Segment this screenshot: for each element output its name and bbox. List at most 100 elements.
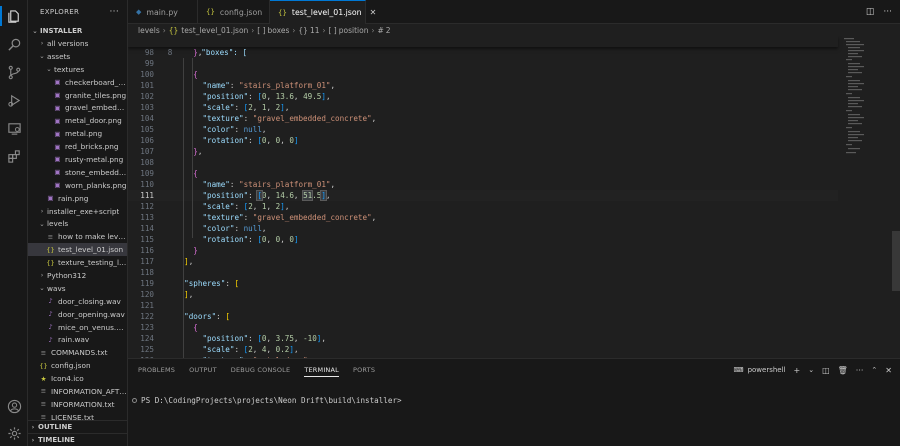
manage-gear-icon[interactable] [4, 423, 24, 443]
tree-file[interactable]: ♪ rain.wav [28, 333, 127, 346]
timeline-section[interactable]: › TIMELINE [28, 433, 127, 446]
code-line[interactable]: 122 "doors": [ [128, 311, 838, 322]
tree-file[interactable]: ≡ INFORMATION_AFTE... [28, 385, 127, 398]
terminal-selector[interactable]: ⌨ powershell [733, 366, 785, 374]
tree-folder[interactable]: › all versions [28, 37, 127, 50]
code-line[interactable]: 117 ], [128, 256, 838, 267]
tree-file[interactable]: ▣ red_bricks.png [28, 140, 127, 153]
tab-output[interactable]: OUTPUT [189, 366, 217, 374]
search-icon[interactable] [4, 34, 24, 54]
tree-file[interactable]: ≡ COMMANDS.txt [28, 346, 127, 359]
tab-test-level-01-json[interactable]: {} test_level_01.json ✕ [270, 0, 376, 24]
code-line[interactable]: 104 "texture": "gravel_embedded_concrete… [128, 113, 838, 124]
code-line[interactable]: 113 "texture": "gravel_embedded_concrete… [128, 212, 838, 223]
tree-file[interactable]: ≡ how to make levels.t... [28, 230, 127, 243]
tree-file[interactable]: ▣ gravel_embedded_... [28, 101, 127, 114]
tree-file[interactable]: ▣ metal.png [28, 127, 127, 140]
code-line[interactable]: 108 [128, 157, 838, 168]
tab-main-py[interactable]: ◆ main.py [128, 0, 198, 24]
tree-folder[interactable]: ⌄ levels [28, 217, 127, 230]
split-terminal-icon[interactable]: ◫ [822, 366, 830, 375]
code-line[interactable]: 105 "color": null, [128, 124, 838, 135]
tree-file[interactable]: ▣ worn_planks.png [28, 179, 127, 192]
tree-file[interactable]: ▣ rusty-metal.png [28, 153, 127, 166]
tree-file[interactable]: ▣ checkerboard_tiles.... [28, 76, 127, 89]
tree-file[interactable]: ▣ granite_tiles.png [28, 89, 127, 102]
tree-file[interactable]: ♪ door_closing.wav [28, 295, 127, 308]
source-control-icon[interactable] [4, 62, 24, 82]
code-line[interactable]: 112 "scale": [2, 1, 2], [128, 201, 838, 212]
code-text: ], [184, 290, 194, 299]
tree-folder[interactable]: › installer_exe+script [28, 205, 127, 218]
code-text: }, [193, 147, 203, 156]
code-line[interactable]: 114 "color": null, [128, 223, 838, 234]
code-line[interactable]: 107 }, [128, 146, 838, 157]
run-debug-icon[interactable] [4, 90, 24, 110]
more-actions-icon[interactable]: ··· [856, 366, 864, 375]
tab-debug-console[interactable]: DEBUG CONSOLE [231, 366, 291, 374]
code-line[interactable]: 120 ], [128, 289, 838, 300]
split-editor-icon[interactable]: ◫ [866, 7, 875, 17]
chevron-down-icon[interactable]: ⌄ [808, 366, 814, 374]
tree-file[interactable]: ♪ door_opening.wav [28, 308, 127, 321]
tab-terminal[interactable]: TERMINAL [304, 366, 339, 377]
tree-folder[interactable]: › Python312 [28, 269, 127, 282]
code-editor[interactable]: 8"boxes": [ 98 },99100 {101 "name": "sta… [128, 36, 900, 358]
tree-folder[interactable]: ⌄ assets [28, 50, 127, 63]
code-line[interactable]: 123 { [128, 322, 838, 333]
code-line[interactable]: 121 [128, 300, 838, 311]
code-line[interactable]: 100 { [128, 69, 838, 80]
code-line[interactable]: 106 "rotation": [0, 0, 0] [128, 135, 838, 146]
code-line[interactable]: 103 "scale": [2, 1, 2], [128, 102, 838, 113]
extensions-icon[interactable] [4, 146, 24, 166]
breadcrumb-item[interactable]: 2 [386, 26, 391, 35]
more-actions-icon[interactable]: ··· [883, 7, 892, 17]
breadcrumb-item[interactable]: boxes [268, 26, 290, 35]
code-line[interactable]: 116 } [128, 245, 838, 256]
tree-file[interactable]: ≡ INFORMATION.txt [28, 398, 127, 411]
tree-file[interactable]: {} test_level_01.json [28, 243, 127, 257]
explorer-icon[interactable] [0, 6, 24, 26]
code-line[interactable]: 101 "name": "stairs_platform_01", [128, 80, 838, 91]
tree-folder[interactable]: ⌄ textures [28, 63, 127, 76]
tree-folder[interactable]: ⌄ wavs [28, 282, 127, 295]
breadcrumb-item[interactable]: 11 [310, 26, 320, 35]
tree-file[interactable]: ▣ stone_embedded_t... [28, 166, 127, 179]
new-terminal-icon[interactable]: + [793, 366, 800, 375]
code-line[interactable]: 102 "position": [0, 13.6, 49.5], [128, 91, 838, 102]
code-line[interactable]: 110 "name": "stairs_platform_01", [128, 179, 838, 190]
tab-config-json[interactable]: {} config.json [198, 0, 270, 24]
breadcrumb-item[interactable]: levels [138, 26, 160, 35]
code-line[interactable]: 109 { [128, 168, 838, 179]
more-actions-icon[interactable]: ··· [110, 7, 119, 17]
close-icon[interactable]: ✕ [885, 366, 892, 375]
tab-problems[interactable]: PROBLEMS [138, 366, 175, 374]
code-line[interactable]: 111 "position": [0, 14.6, 51.5], [128, 190, 838, 201]
tree-file[interactable]: {} config.json [28, 359, 127, 372]
close-icon[interactable]: ✕ [370, 8, 377, 17]
outline-section[interactable]: › OUTLINE [28, 420, 127, 433]
tree-file[interactable]: ▣ metal_door.png [28, 114, 127, 127]
tree-file[interactable]: {}texture_testing_level... [28, 256, 127, 269]
code-line[interactable]: 115 "rotation": [0, 0, 0] [128, 234, 838, 245]
tree-file[interactable]: ♪ mice_on_venus.wav [28, 321, 127, 334]
maximize-panel-icon[interactable]: ⌃ [871, 366, 877, 374]
code-line[interactable]: 125 "scale": [2, 4, 0.2], [128, 344, 838, 355]
vertical-scrollbar[interactable] [892, 231, 900, 291]
breadcrumb-item[interactable]: position [339, 26, 369, 35]
trash-icon[interactable]: 🗑 [838, 366, 848, 375]
workspace-root[interactable]: ⌄ INSTALLER [28, 24, 127, 37]
breadcrumb-item[interactable]: test_level_01.json [181, 26, 248, 35]
account-icon[interactable] [4, 396, 24, 416]
tree-file[interactable]: ★ Icon4.ico [28, 372, 127, 385]
sticky-scroll-line[interactable]: 8 "boxes": [ [128, 36, 838, 57]
tab-ports[interactable]: PORTS [353, 366, 375, 374]
code-line[interactable]: 118 [128, 267, 838, 278]
remote-explorer-icon[interactable] [4, 118, 24, 138]
terminal-output[interactable]: PS D:\CodingProjects\projects\Neon Drift… [132, 396, 402, 405]
tree-file[interactable]: ▣ rain.png [28, 192, 127, 205]
minimap[interactable] [842, 36, 890, 358]
code-line[interactable]: 119 "spheres": [ [128, 278, 838, 289]
code-line[interactable]: 124 "position": [0, 3.75, -10], [128, 333, 838, 344]
code-line[interactable]: 99 [128, 58, 838, 69]
